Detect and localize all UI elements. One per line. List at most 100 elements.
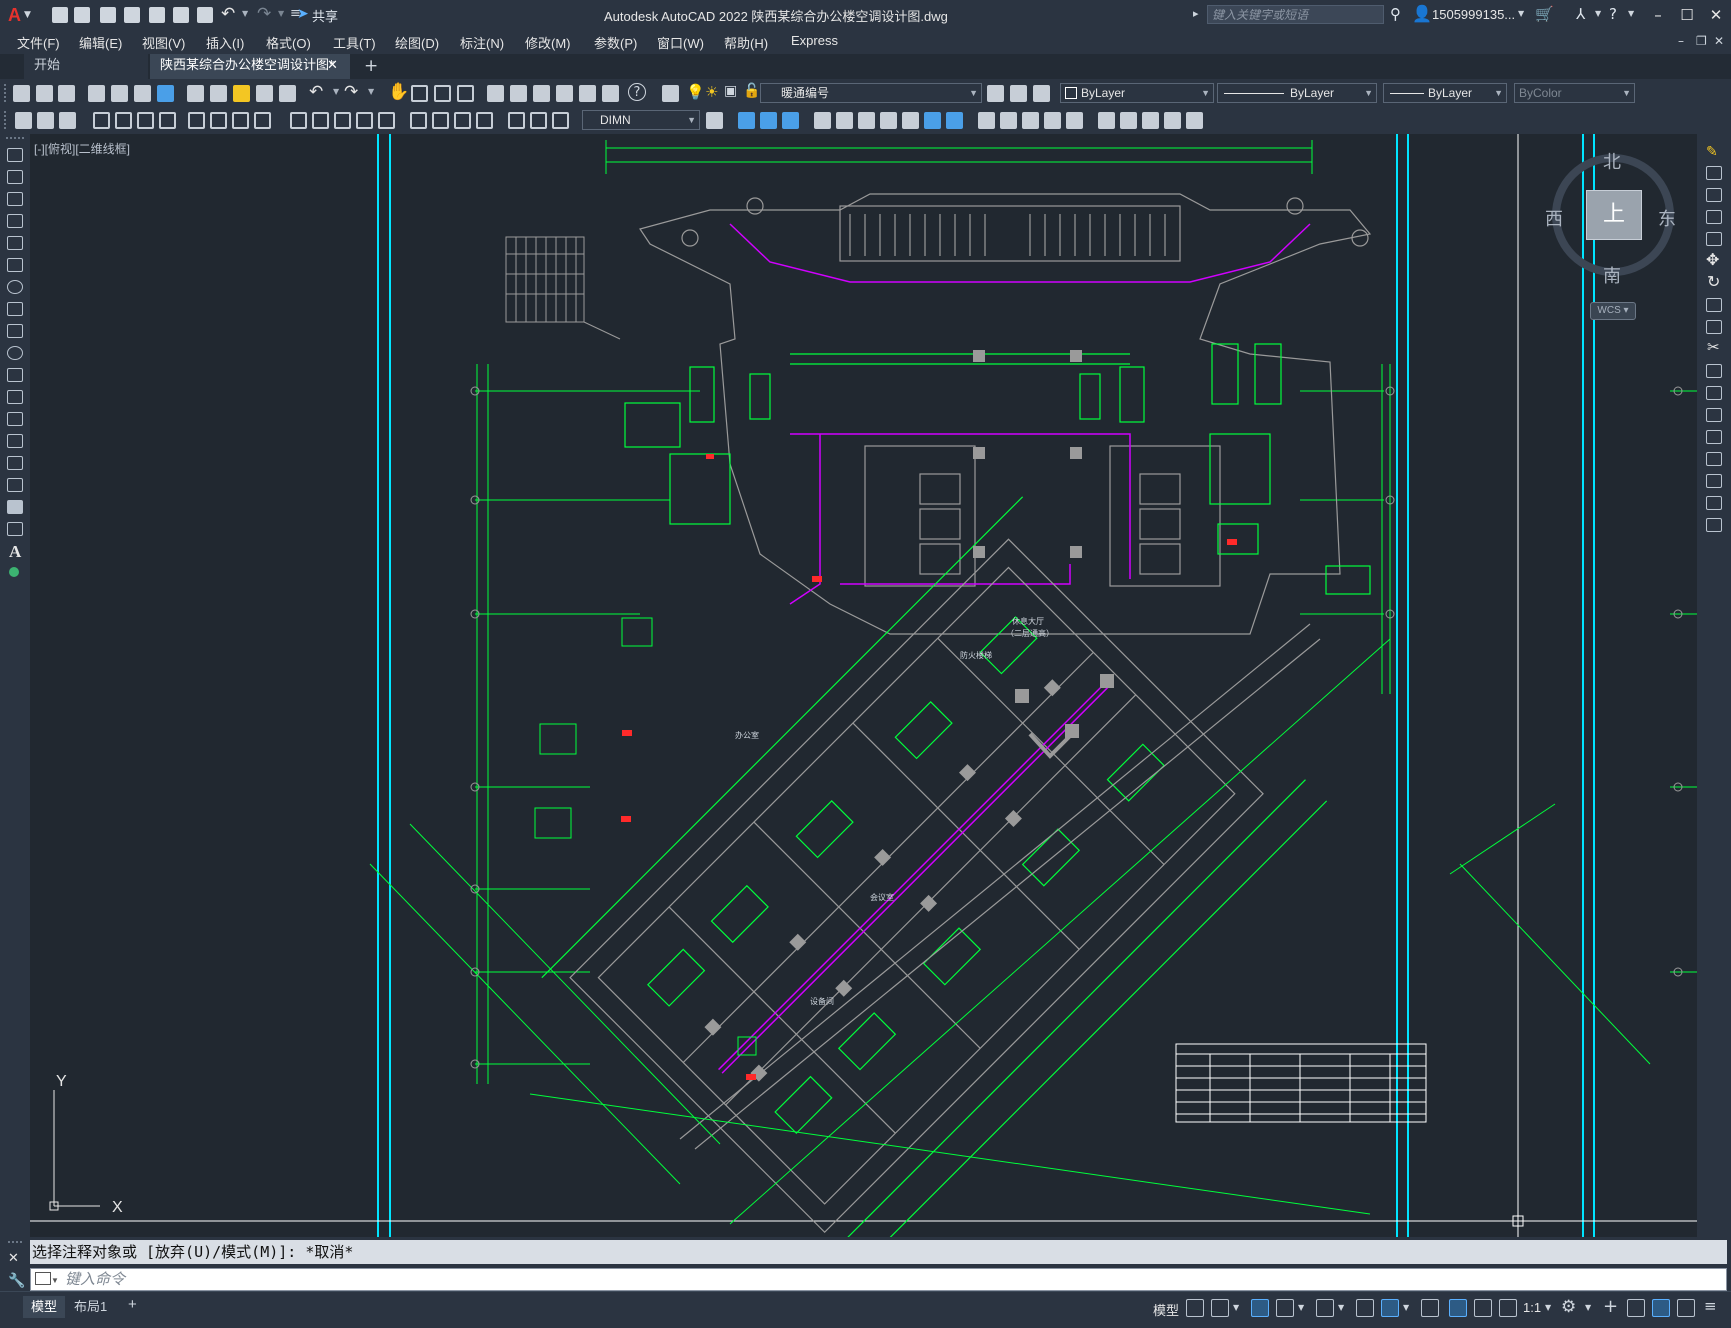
lineweight-dropdown[interactable]: ByLayer ▼ [1383, 83, 1507, 103]
revision-cloud-icon[interactable] [7, 302, 23, 316]
command-close-icon[interactable]: ✕ [8, 1251, 19, 1266]
save-toolbar-icon[interactable] [58, 85, 75, 102]
add-selected-icon[interactable] [9, 567, 19, 577]
snap-mode-icon[interactable] [1211, 1299, 1229, 1317]
open-file-icon[interactable] [74, 7, 90, 23]
plotstyle-dropdown[interactable]: ByColor ▼ [1514, 83, 1635, 103]
insert-block-icon[interactable] [7, 390, 23, 404]
help-toolbar-icon[interactable]: ? [628, 83, 646, 101]
annotation-scale-value[interactable]: 1:1 [1523, 1300, 1541, 1315]
3d-print-icon[interactable] [157, 85, 174, 102]
plot-icon[interactable] [197, 7, 213, 23]
continue-dim-icon[interactable] [334, 112, 351, 129]
move-right-icon[interactable]: ✥ [1706, 250, 1719, 269]
annotation-scale-icon[interactable] [1499, 1299, 1517, 1317]
arc-length-icon[interactable] [137, 112, 154, 129]
radius-dim-icon[interactable] [188, 112, 205, 129]
menu-file[interactable]: 文件(F) [17, 33, 60, 52]
erase-icon[interactable] [738, 112, 755, 129]
command-input[interactable]: ▼ 键入命令 [30, 1268, 1727, 1291]
break-at-point-icon[interactable] [1706, 386, 1722, 400]
polyline-icon[interactable] [7, 192, 23, 206]
object-snap-tracking-icon[interactable] [1356, 1299, 1374, 1317]
draw-toolbar-grip[interactable] [6, 137, 24, 142]
polar-dropdown-icon[interactable]: ▼ [1298, 1303, 1304, 1312]
layer-thaw-sun-icon[interactable]: ☀ [705, 83, 718, 101]
trim-icon[interactable] [946, 112, 963, 129]
layer-lock-icon[interactable]: 🔓 [743, 83, 760, 99]
layout-tab-layout1[interactable]: 布局1 [66, 1296, 115, 1318]
block-editor-icon[interactable] [279, 85, 296, 102]
tab-drawing[interactable]: 陕西某综合办公楼空调设计图* [150, 54, 350, 79]
stretch-right-icon[interactable] [1706, 320, 1722, 334]
calculator-icon[interactable] [602, 85, 619, 102]
snap-dropdown-icon[interactable]: ▼ [1233, 1303, 1239, 1312]
join-right-icon[interactable] [1706, 430, 1722, 444]
cut-icon[interactable] [187, 85, 204, 102]
arc-icon[interactable] [7, 258, 23, 272]
properties-icon[interactable] [487, 85, 504, 102]
copy-right-icon[interactable] [1706, 166, 1722, 180]
workspace-gear-icon[interactable]: ⚙ [1561, 1297, 1576, 1317]
dim-break-icon[interactable] [378, 112, 395, 129]
compass-east[interactable]: 东 [1658, 205, 1676, 231]
layer-previous-icon[interactable] [1010, 85, 1027, 102]
viewcube-top-face[interactable]: 上 [1586, 190, 1642, 240]
save-web-icon[interactable] [173, 7, 189, 23]
chamfer-icon[interactable] [1044, 112, 1061, 129]
user-icon[interactable]: 👤 [1412, 4, 1432, 23]
extend-right-icon[interactable] [1706, 364, 1722, 378]
paste-icon[interactable] [233, 85, 250, 102]
doc-minimize-button[interactable]: – [1678, 34, 1684, 48]
layer-iso-icon[interactable] [37, 112, 54, 129]
angular-dim-icon[interactable] [254, 112, 271, 129]
layer-properties-icon[interactable] [662, 85, 679, 102]
customize-statusbar-icon[interactable]: ≡ [1704, 1297, 1717, 1315]
autodesk-a360-icon[interactable]: ⅄ [1576, 5, 1585, 23]
command-grip[interactable] [8, 1241, 22, 1246]
trim-right-icon[interactable]: ✂ [1707, 338, 1720, 356]
redo-toolbar-dropdown-icon[interactable]: ▼ [368, 87, 374, 96]
pan-icon[interactable]: ✋ [388, 82, 409, 102]
open-web-icon[interactable] [149, 7, 165, 23]
menu-view[interactable]: 视图(V) [142, 33, 185, 52]
annotation-monitor-icon[interactable]: + [1603, 1296, 1618, 1317]
minimize-button[interactable]: – [1647, 4, 1669, 26]
make-block-icon[interactable] [7, 412, 23, 426]
command-recent-dropdown-icon[interactable]: ▼ [51, 1270, 59, 1291]
blend-curves-icon[interactable] [1706, 496, 1722, 510]
mirror-right-icon[interactable] [1706, 188, 1722, 202]
doc-restore-button[interactable]: ❐ [1696, 34, 1707, 48]
design-center-icon[interactable] [510, 85, 527, 102]
plot-toolbar-icon[interactable] [88, 85, 105, 102]
help-dropdown-icon[interactable]: ▼ [1628, 9, 1634, 18]
menu-edit[interactable]: 编辑(E) [79, 33, 122, 52]
region-icon[interactable] [7, 500, 23, 514]
explode-right-icon[interactable] [1706, 518, 1722, 532]
help-icon[interactable]: ? [1609, 5, 1617, 23]
fullscreen-icon[interactable] [1677, 1299, 1695, 1317]
hatch-icon[interactable] [7, 456, 23, 470]
fillet-icon[interactable] [1066, 112, 1083, 129]
dim-space-icon[interactable] [356, 112, 373, 129]
sheet-set-icon[interactable] [556, 85, 573, 102]
layer-match-icon[interactable] [15, 112, 32, 129]
menu-modify[interactable]: 修改(M) [525, 33, 571, 52]
redo-icon[interactable]: ↷ [257, 4, 271, 24]
layer-states-icon[interactable] [1033, 85, 1050, 102]
array-right-icon[interactable] [1706, 232, 1722, 246]
linear-dim-icon[interactable] [93, 112, 110, 129]
redo-dropdown-icon[interactable]: ▼ [278, 9, 284, 18]
command-customize-icon[interactable]: 🔧 [8, 1273, 25, 1289]
rotate-icon[interactable] [880, 112, 897, 129]
toolbar-grip[interactable] [4, 84, 9, 102]
draworder-icon[interactable] [1120, 112, 1137, 129]
menu-tools[interactable]: 工具(T) [333, 33, 376, 52]
line-icon[interactable] [7, 148, 23, 162]
menu-dimension[interactable]: 标注(N) [460, 33, 504, 52]
diameter-dim-icon[interactable] [232, 112, 249, 129]
menu-window[interactable]: 窗口(W) [657, 33, 704, 52]
object-snap-icon[interactable] [1381, 1299, 1399, 1317]
preview-icon[interactable] [111, 85, 128, 102]
open-icon[interactable] [36, 85, 53, 102]
